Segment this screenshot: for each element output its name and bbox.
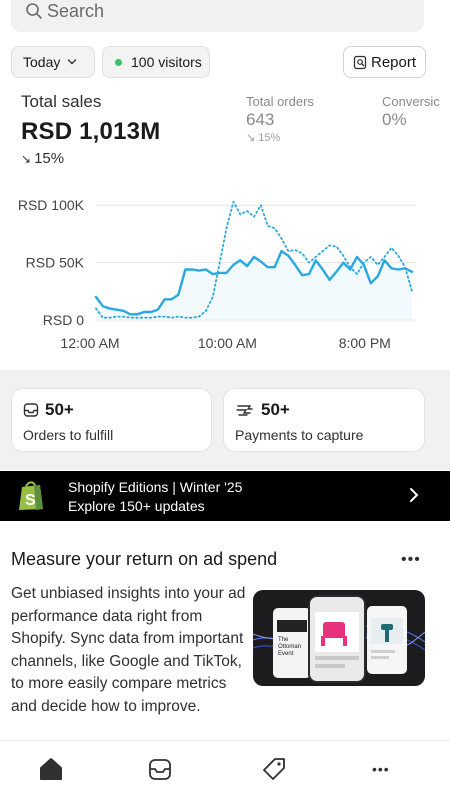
report-button[interactable]: Report (343, 46, 426, 78)
image-caption-2: Ottoman (278, 644, 301, 650)
chevron-down-icon (68, 59, 77, 65)
sales-line-chart[interactable]: RSD 100K RSD 50K RSD 0 12:00 AM 10:00 AM 8:0… (0, 180, 450, 360)
payments-count: 50+ (261, 400, 290, 419)
search-bar[interactable]: Search (11, 0, 424, 32)
image-caption-3: Event (278, 651, 294, 657)
chevron-right-icon (410, 488, 419, 502)
date-range-dropdown[interactable]: Today (11, 46, 95, 78)
more-options-button[interactable]: ••• (401, 551, 421, 569)
date-range-label: Today (23, 54, 61, 70)
more-icon[interactable]: ••• (372, 761, 400, 789)
x-tick-label: 12:00 AM (60, 335, 119, 351)
banner-subtitle: Explore 150+ updates (68, 498, 205, 514)
y-tick-label: RSD 50K (26, 255, 85, 271)
inbox-icon (23, 403, 39, 417)
banner-title: Shopify Editions | Winter '25 (68, 479, 243, 495)
shopify-bag-logo: S (19, 481, 43, 510)
live-status-dot (115, 58, 122, 66)
total-sales-delta-value: 15% (34, 150, 65, 167)
total-orders-delta: ↘ 15% (246, 131, 280, 144)
search-icon (26, 3, 42, 19)
total-orders-value: 643 (246, 110, 275, 129)
editions-banner[interactable]: S Shopify Editions | Winter '25 Explore … (0, 471, 450, 521)
x-tick-label: 10:00 AM (198, 335, 257, 351)
orders-count: 50+ (45, 400, 74, 419)
orders-icon[interactable] (146, 755, 174, 783)
products-icon[interactable] (260, 755, 288, 783)
chart-y-axis: RSD 100K RSD 50K RSD 0 (18, 197, 85, 328)
live-visitors-button[interactable]: 100 visitors (102, 46, 210, 78)
x-tick-label: 8:00 PM (339, 335, 391, 351)
card-count: 50+ (23, 400, 74, 420)
payments-to-capture-label: Payments to capture (235, 427, 364, 443)
payments-to-capture-card[interactable]: 50+ Payments to capture (223, 388, 425, 452)
total-sales-value: RSD 1,013M (21, 118, 161, 145)
card-count: 50+ (235, 400, 290, 420)
trend-down-icon: ↘ (21, 151, 32, 166)
total-orders-label[interactable]: Total orders (246, 94, 314, 109)
chart-x-axis: 12:00 AM 10:00 AM 8:00 PM (60, 335, 390, 351)
chart-series (94, 200, 414, 320)
total-orders-delta-value: 15% (258, 132, 281, 144)
article-body: Get unbiased insights into your ad perfo… (11, 585, 246, 715)
total-sales-label[interactable]: Total sales (21, 92, 101, 112)
conversion-label[interactable]: Conversic (382, 94, 440, 109)
orders-to-fulfill-card[interactable]: 50+ Orders to fulfill (11, 388, 212, 452)
home-icon[interactable] (37, 755, 65, 783)
bottom-navigation: ••• (0, 740, 450, 800)
y-tick-label: RSD 0 (43, 312, 84, 328)
total-sales-delta: ↘ 15% (21, 150, 64, 167)
article-title: Measure your return on ad spend (11, 549, 278, 569)
report-icon (353, 55, 367, 69)
svg-text:S: S (25, 492, 36, 509)
trend-down-icon: ↘ (246, 132, 259, 144)
live-visitors-label: 100 visitors (131, 54, 202, 70)
image-caption-1: The (278, 637, 289, 643)
search-placeholder: Search (47, 1, 105, 21)
payment-icon (236, 405, 253, 416)
orders-to-fulfill-label: Orders to fulfill (23, 427, 114, 443)
report-label: Report (371, 53, 417, 71)
ad-spend-illustration: The Ottoman Event (253, 590, 425, 686)
conversion-value: 0% (382, 110, 407, 129)
y-tick-label: RSD 100K (18, 197, 85, 213)
series-area-fill (96, 251, 412, 320)
